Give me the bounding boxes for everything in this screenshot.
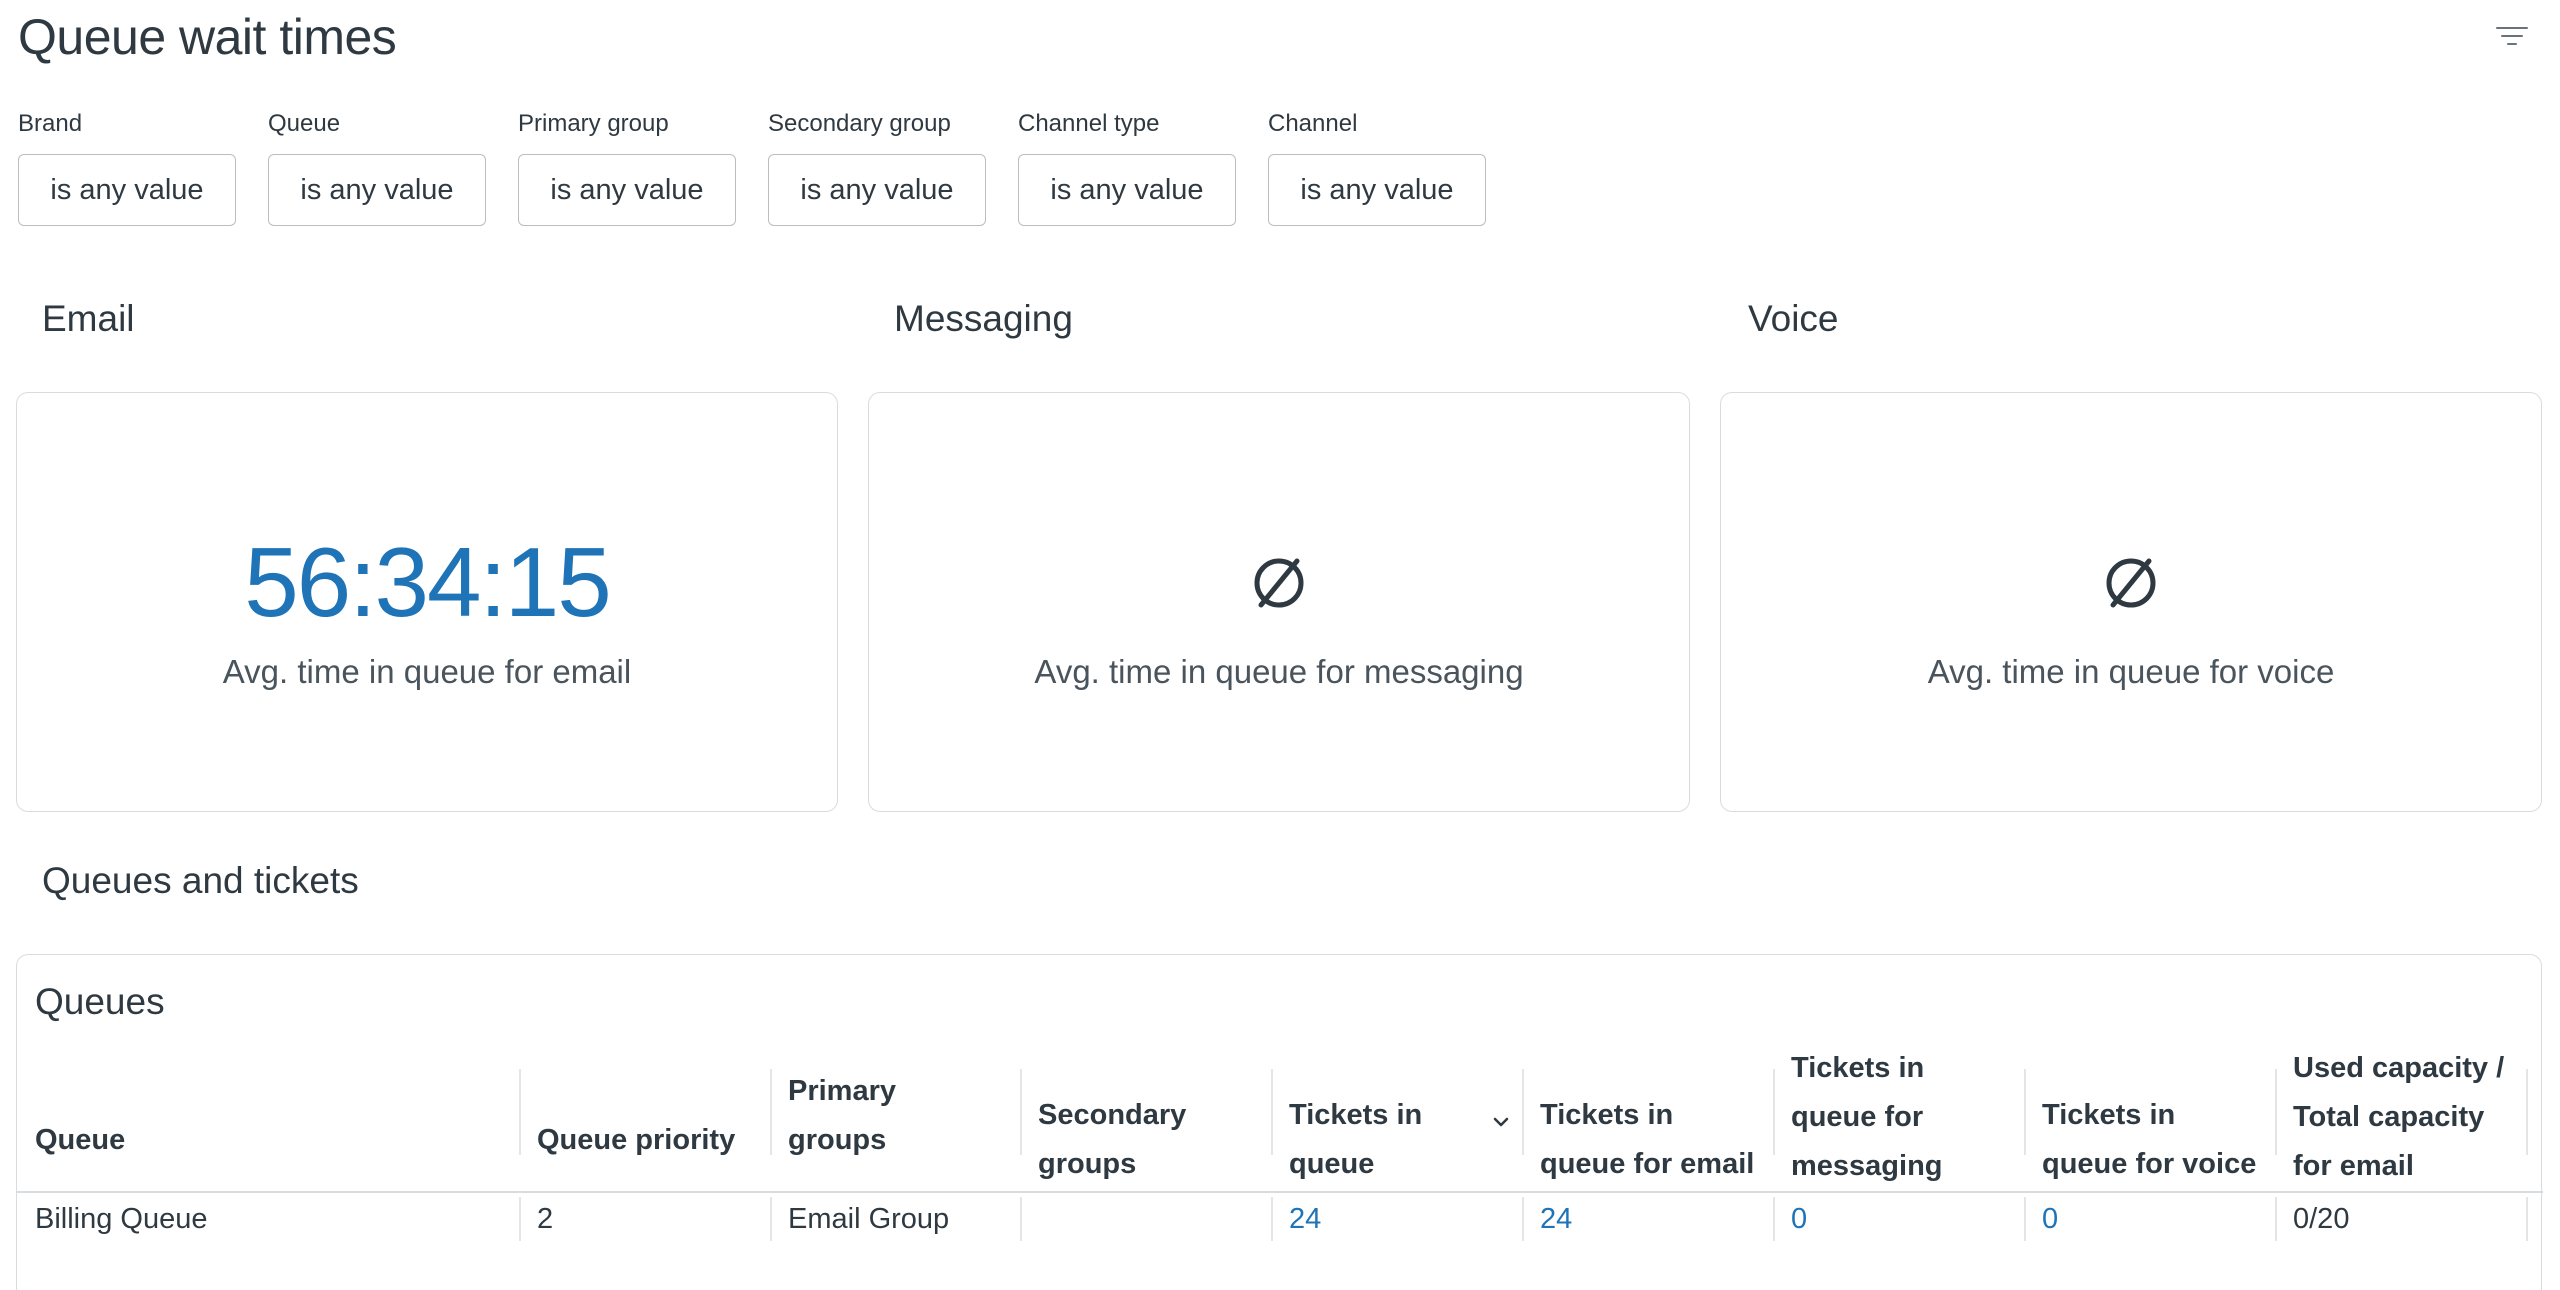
filter-label: Primary group (518, 110, 669, 137)
column-header-tickets-messaging[interactable]: Tickets in queue for messaging (1773, 1052, 2024, 1191)
messaging-heading: Messaging (894, 298, 1073, 339)
channel-filter-button[interactable]: is any value (1268, 154, 1486, 226)
filter-label: Brand (18, 110, 83, 137)
column-header-label: Secondary groups (1038, 1099, 1187, 1180)
cell-queue-name: Billing Queue (35, 1202, 208, 1235)
voice-heading: Voice (1748, 298, 1839, 339)
table-row: Billing Queue 2 Email Group 24 24 0 0 0/… (17, 1193, 2543, 1245)
email-avg-time-value: 56:34:15 (244, 527, 611, 637)
channel-type-filter-button[interactable]: is any value (1018, 154, 1236, 226)
voice-metric-card: Avg. time in queue for voice (1720, 392, 2542, 812)
queue-filter-button[interactable]: is any value (268, 154, 486, 226)
column-header-label: Used capacity / Total capacity for email (2293, 1052, 2505, 1182)
column-header-tickets-voice[interactable]: Tickets in queue for voice (2024, 1063, 2275, 1191)
filter-primary-group: Primary group is any value (518, 110, 736, 226)
cell-primary-groups: Email Group (770, 1193, 1020, 1245)
voice-avg-time-label: Avg. time in queue for voice (1927, 653, 2335, 690)
primary-group-filter-button[interactable]: is any value (518, 154, 736, 226)
email-heading: Email (42, 298, 135, 339)
queues-table-panel: Queues Queue Queue priority Primary grou… (16, 954, 2543, 1290)
email-metric-card: 56:34:15 Avg. time in queue for email (16, 392, 838, 812)
chevron-down-icon[interactable] (1492, 1113, 1510, 1131)
column-header-label: Tickets in queue for messaging (1791, 1052, 1943, 1182)
column-header-label: Queue (35, 1124, 126, 1156)
filter-label: Channel (1268, 110, 1358, 137)
column-header-tickets-in-queue[interactable]: Tickets in queue (1271, 1063, 1522, 1191)
queues-tickets-heading: Queues and tickets (42, 860, 359, 901)
filter-queue: Queue is any value (268, 110, 486, 226)
filter-label: Secondary group (768, 110, 951, 137)
queues-table: Queue Queue priority Primary groups Seco… (17, 1052, 2543, 1245)
messaging-avg-time-label: Avg. time in queue for messaging (1034, 653, 1524, 690)
empty-set-icon (2106, 558, 2156, 608)
secondary-group-filter-button[interactable]: is any value (768, 154, 986, 226)
messaging-metric-card: Avg. time in queue for messaging (868, 392, 1690, 812)
filter-channel: Channel is any value (1268, 110, 1486, 226)
filter-brand: Brand is any value (18, 110, 236, 226)
column-header-primary-groups[interactable]: Primary groups (770, 1063, 1020, 1191)
cell-secondary-groups (1020, 1193, 1271, 1245)
filter-label: Queue (268, 110, 341, 137)
cell-capacity-email: 0/20 (2275, 1193, 2526, 1245)
column-header-secondary-groups[interactable]: Secondary groups (1020, 1063, 1271, 1191)
column-header-spacer (2526, 1063, 2543, 1191)
cell-tickets-email-link[interactable]: 24 (1522, 1193, 1773, 1245)
filter-secondary-group: Secondary group is any value (768, 110, 986, 226)
column-header-capacity-email[interactable]: Used capacity / Total capacity for email (2275, 1052, 2526, 1191)
filter-channel-type: Channel type is any value (1018, 110, 1236, 226)
column-header-label: Queue priority (537, 1124, 736, 1156)
filter-label: Channel type (1018, 110, 1160, 137)
column-header-label: Tickets in queue for email (1540, 1099, 1755, 1180)
table-header-row: Queue Queue priority Primary groups Seco… (17, 1052, 2543, 1193)
queue-wait-times-page: Queue wait times Brand is any value Queu… (0, 0, 2560, 1290)
empty-set-icon (1254, 558, 1304, 608)
cell-tickets-messaging-link[interactable]: 0 (1773, 1193, 2024, 1245)
column-header-queue[interactable]: Queue (17, 1063, 519, 1191)
column-header-queue-priority[interactable]: Queue priority (519, 1063, 770, 1191)
filter-lines-icon[interactable] (2492, 18, 2532, 54)
column-header-label: Primary groups (788, 1075, 897, 1156)
column-header-label: Tickets in queue for voice (2042, 1099, 2257, 1180)
cell-queue-priority: 2 (519, 1193, 770, 1245)
brand-filter-button[interactable]: is any value (18, 154, 236, 226)
email-avg-time-label: Avg. time in queue for email (222, 653, 632, 690)
cell-spacer (2526, 1193, 2543, 1245)
cell-tickets-voice-link[interactable]: 0 (2024, 1193, 2275, 1245)
cell-tickets-in-queue-link[interactable]: 24 (1271, 1193, 1522, 1245)
column-header-tickets-email[interactable]: Tickets in queue for email (1522, 1063, 1773, 1191)
queues-table-title: Queues (35, 981, 165, 1022)
filter-bar: Brand is any value Queue is any value Pr… (18, 110, 1486, 226)
page-title: Queue wait times (18, 9, 397, 65)
column-header-label: Tickets in queue (1289, 1099, 1423, 1180)
